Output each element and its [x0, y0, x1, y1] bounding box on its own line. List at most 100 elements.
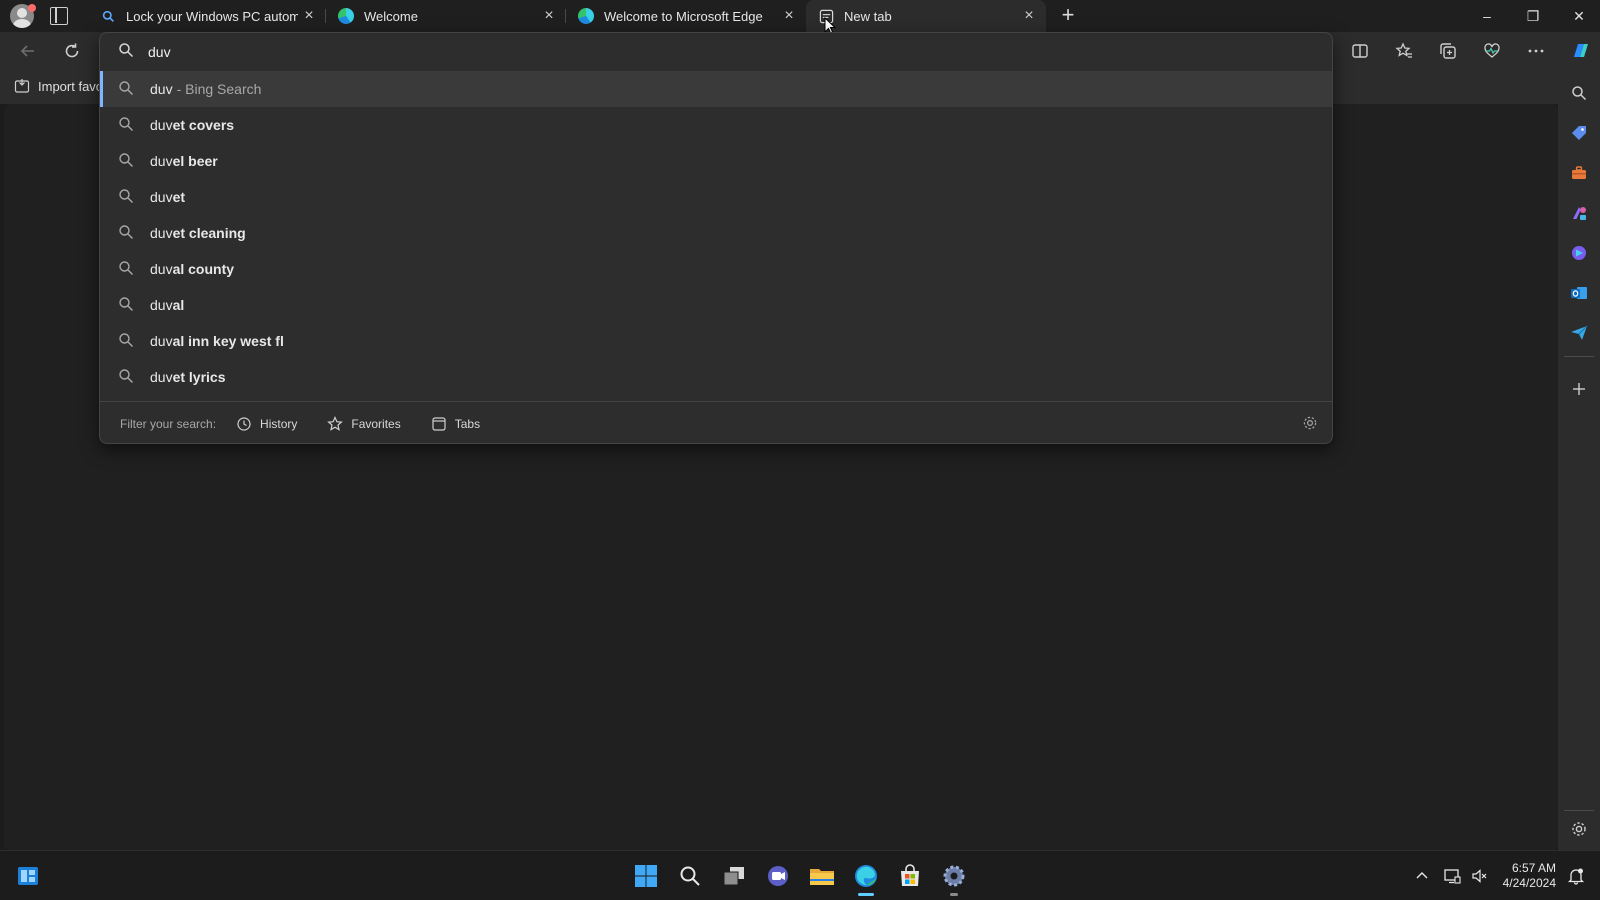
suggestion-item[interactable]: duv al inn key west fl	[100, 323, 1332, 359]
tab-strip: Lock your Windows PC automati × Welcome …	[0, 0, 1600, 35]
suggestion-item[interactable]: duv - Bing Search	[100, 71, 1332, 107]
tab-new-tab[interactable]: New tab ×	[806, 0, 1046, 32]
tab-close-button[interactable]: ×	[1018, 7, 1040, 25]
games-icon[interactable]	[1566, 200, 1592, 226]
suggestion-completion-text: el beer	[172, 153, 218, 169]
suggestion-item[interactable]: duv et covers	[100, 107, 1332, 143]
back-arrow-icon[interactable]	[14, 37, 42, 65]
task-view-icon[interactable]	[718, 860, 750, 892]
tab-actions-menu-icon[interactable]	[50, 7, 68, 25]
suggestion-typed-text: duv	[150, 297, 173, 313]
sidebar-divider	[1564, 356, 1594, 357]
teams-chat-icon[interactable]	[762, 860, 794, 892]
tabs-icon	[431, 416, 447, 432]
import-favorites-button[interactable]: Import favo	[14, 78, 103, 94]
file-explorer-icon[interactable]	[806, 860, 838, 892]
refresh-icon[interactable]	[58, 37, 86, 65]
tab-close-button[interactable]: ×	[538, 7, 560, 25]
search-icon	[118, 224, 134, 243]
search-icon	[118, 80, 134, 99]
search-icon	[118, 188, 134, 207]
volume-muted-icon[interactable]	[1468, 860, 1492, 892]
sidebar-settings-icon[interactable]	[1566, 816, 1592, 842]
windows-taskbar: 6:57 AM 4/24/2024	[0, 850, 1600, 900]
running-indicator	[950, 893, 958, 896]
collections-icon[interactable]	[1434, 37, 1462, 65]
tab-welcome[interactable]: Welcome ×	[326, 0, 566, 32]
clock-date: 4/24/2024	[1502, 876, 1556, 890]
more-options-icon[interactable]	[1522, 37, 1550, 65]
show-hidden-icons-chevron-up-icon[interactable]	[1412, 860, 1432, 892]
copilot-icon[interactable]	[1566, 37, 1594, 65]
edge-logo-icon	[338, 8, 354, 24]
sidebar-search-icon[interactable]	[1566, 80, 1592, 106]
search-icon	[118, 42, 134, 63]
suggestion-typed-text: duv	[150, 261, 173, 277]
suggestion-item[interactable]: duv el beer	[100, 143, 1332, 179]
suggestion-item[interactable]: duv et	[100, 179, 1332, 215]
sidebar-divider	[1564, 810, 1594, 811]
tab-close-button[interactable]: ×	[298, 7, 320, 25]
outlook-icon[interactable]	[1566, 280, 1592, 306]
import-favorites-icon	[14, 78, 30, 94]
edge-sidebar	[1558, 70, 1600, 850]
split-screen-icon[interactable]	[1346, 37, 1374, 65]
settings-gear-taskbar-icon[interactable]	[938, 860, 970, 896]
search-settings-gear-icon[interactable]	[1302, 415, 1318, 434]
widgets-icon[interactable]	[12, 860, 44, 892]
suggestion-completion-text: et cleaning	[172, 225, 246, 241]
tab-close-button[interactable]: ×	[778, 7, 800, 25]
search-icon	[118, 332, 134, 351]
suggestion-typed-text: duv	[150, 117, 173, 133]
suggestion-typed-text: duv	[150, 189, 173, 205]
import-favorites-label: Import favo	[38, 78, 104, 94]
restore-button[interactable]: ❐	[1510, 0, 1556, 32]
filter-favorites-label: Favorites	[351, 416, 401, 431]
suggestion-typed-text: duv	[150, 81, 173, 97]
tab-title: Lock your Windows PC automati	[126, 8, 298, 24]
suggestion-completion-text: al county	[172, 261, 235, 277]
new-tab-button[interactable]: +	[1056, 4, 1080, 28]
suggestion-typed-text: duv	[150, 225, 173, 241]
suggestion-completion-text: al	[172, 297, 185, 313]
address-bar-dropdown: duv duv - Bing Search duv et covers duv el be…	[99, 32, 1333, 444]
filter-favorites-button[interactable]: Favorites	[327, 415, 401, 432]
filter-label: Filter your search:	[120, 416, 217, 431]
search-icon	[118, 116, 134, 135]
filter-tabs-button[interactable]: Tabs	[431, 416, 480, 432]
address-bar-input[interactable]: duv	[100, 33, 1332, 71]
suggestion-item[interactable]: duv et lyrics	[100, 359, 1332, 395]
start-windows-icon[interactable]	[630, 860, 662, 892]
search-icon	[118, 296, 134, 315]
tab-lock-windows[interactable]: Lock your Windows PC automati ×	[88, 0, 326, 32]
suggestion-item[interactable]: duv et cleaning	[100, 215, 1332, 251]
filter-history-button[interactable]: History	[236, 416, 297, 432]
suggestion-item[interactable]: duv al county	[100, 251, 1332, 287]
tools-briefcase-icon[interactable]	[1566, 160, 1592, 186]
shopping-tag-icon[interactable]	[1566, 120, 1592, 146]
tab-welcome-edge[interactable]: Welcome to Microsoft Edge ×	[566, 0, 806, 32]
star-icon	[327, 415, 344, 432]
address-bar-value: duv	[148, 44, 171, 60]
taskbar-search-icon[interactable]	[674, 860, 706, 892]
profile-notification-dot	[28, 4, 36, 12]
suggestion-completion-text: et lyrics	[172, 369, 226, 385]
notifications-bell-icon[interactable]	[1564, 860, 1588, 892]
edge-browser-taskbar-icon[interactable]	[850, 860, 882, 896]
edge-logo-icon	[578, 8, 594, 24]
close-window-button[interactable]: ✕	[1556, 0, 1600, 32]
microsoft-store-icon[interactable]	[894, 860, 926, 892]
send-telegram-icon[interactable]	[1566, 320, 1592, 346]
system-clock[interactable]: 6:57 AM 4/24/2024	[1503, 861, 1556, 891]
suggestion-completion-text: al inn key west fl	[172, 333, 284, 349]
tab-title: Welcome	[364, 8, 418, 24]
microsoft-365-icon[interactable]	[1566, 240, 1592, 266]
favorites-icon[interactable]	[1390, 37, 1418, 65]
suggestion-completion-text: et	[172, 189, 186, 205]
minimize-button[interactable]: –	[1464, 0, 1510, 32]
suggestion-item[interactable]: duv al	[100, 287, 1332, 323]
browser-essentials-icon[interactable]	[1478, 37, 1506, 65]
add-sidebar-app-icon[interactable]	[1566, 376, 1592, 402]
history-icon	[236, 416, 252, 432]
network-display-icon[interactable]	[1440, 860, 1464, 892]
